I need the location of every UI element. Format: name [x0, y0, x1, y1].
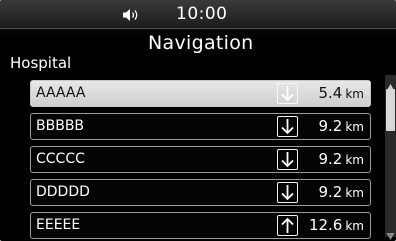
- scroll-up-icon[interactable]: [386, 77, 395, 91]
- list-item[interactable]: DDDDD 9.2 km: [30, 179, 371, 206]
- scroll-down-icon[interactable]: [386, 226, 395, 240]
- list-item[interactable]: EEEEE 12.6 km: [30, 212, 371, 239]
- list-item-name: BBBBB: [36, 118, 85, 134]
- list-item-name: EEEEE: [36, 217, 81, 233]
- list-item-distance: 9.2 km: [318, 117, 365, 135]
- list-item[interactable]: AAAAA 5.4 km: [30, 80, 371, 107]
- navigation-screen: 10:00 Navigation Hospital AAAAA 5.4 km BB…: [0, 0, 396, 241]
- arrow-down-icon: [277, 182, 298, 203]
- arrow-down-icon: [277, 116, 298, 137]
- category-label: Hospital: [10, 54, 72, 72]
- arrow-down-icon: [277, 149, 298, 170]
- arrow-down-icon: [277, 83, 298, 104]
- list-item-distance: 9.2 km: [318, 150, 365, 168]
- list-item-distance: 5.4 km: [318, 84, 365, 102]
- list-item[interactable]: CCCCC 9.2 km: [30, 146, 371, 173]
- list-item-distance: 12.6 km: [308, 216, 364, 234]
- list-item-distance: 9.2 km: [318, 183, 365, 201]
- status-bar: 10:00: [0, 0, 396, 29]
- page-title: Navigation: [148, 32, 254, 54]
- clock: 10:00: [176, 4, 228, 24]
- destination-list: AAAAA 5.4 km BBBBB 9.2 km CCCCC 9.2 km DDDD…: [30, 80, 371, 241]
- scrollbar[interactable]: [385, 75, 396, 240]
- list-item-name: CCCCC: [36, 151, 85, 167]
- arrow-up-icon: [277, 215, 298, 236]
- list-item-name: DDDDD: [36, 184, 90, 200]
- speaker-icon[interactable]: [122, 7, 140, 21]
- list-item-name: AAAAA: [36, 85, 86, 101]
- scrollbar-thumb[interactable]: [386, 89, 395, 131]
- list-item[interactable]: BBBBB 9.2 km: [30, 113, 371, 140]
